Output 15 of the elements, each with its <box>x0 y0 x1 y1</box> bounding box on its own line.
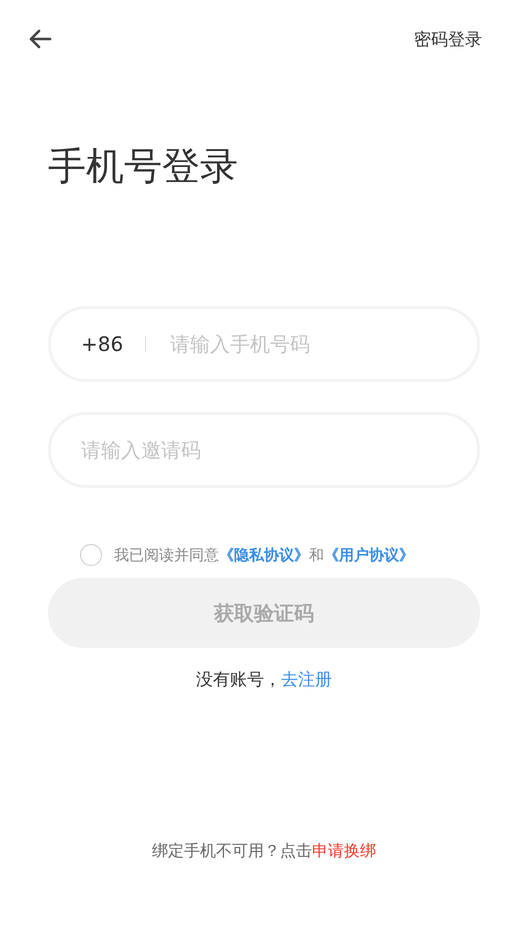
register-link[interactable]: 去注册 <box>281 670 332 690</box>
page-title: 手机号登录 <box>48 143 239 190</box>
rebind-prompt: 绑定手机不可用？点击申请换绑 <box>151 841 377 862</box>
rebind-link[interactable]: 申请换绑 <box>312 841 376 860</box>
register-prompt: 没有账号，去注册 <box>195 669 333 691</box>
password-login-link[interactable]: 密码登录 <box>414 28 482 50</box>
agreement-checkbox[interactable] <box>80 544 102 566</box>
agreement-text: 我已阅读并同意《隐私协议》和《用户协议》 <box>114 546 414 564</box>
agreement-link[interactable]: 《隐私协议》 <box>219 546 309 564</box>
agreement-link[interactable]: 《用户协议》 <box>324 546 414 564</box>
back-arrow-icon[interactable] <box>28 29 52 49</box>
invite-code-input[interactable]: 请输入邀请码 <box>48 412 480 488</box>
phone-input-field[interactable]: +86 请输入手机号码 <box>48 306 480 382</box>
phone-number-input[interactable]: 请输入手机号码 <box>168 331 447 357</box>
country-code[interactable]: +86 <box>81 332 124 356</box>
